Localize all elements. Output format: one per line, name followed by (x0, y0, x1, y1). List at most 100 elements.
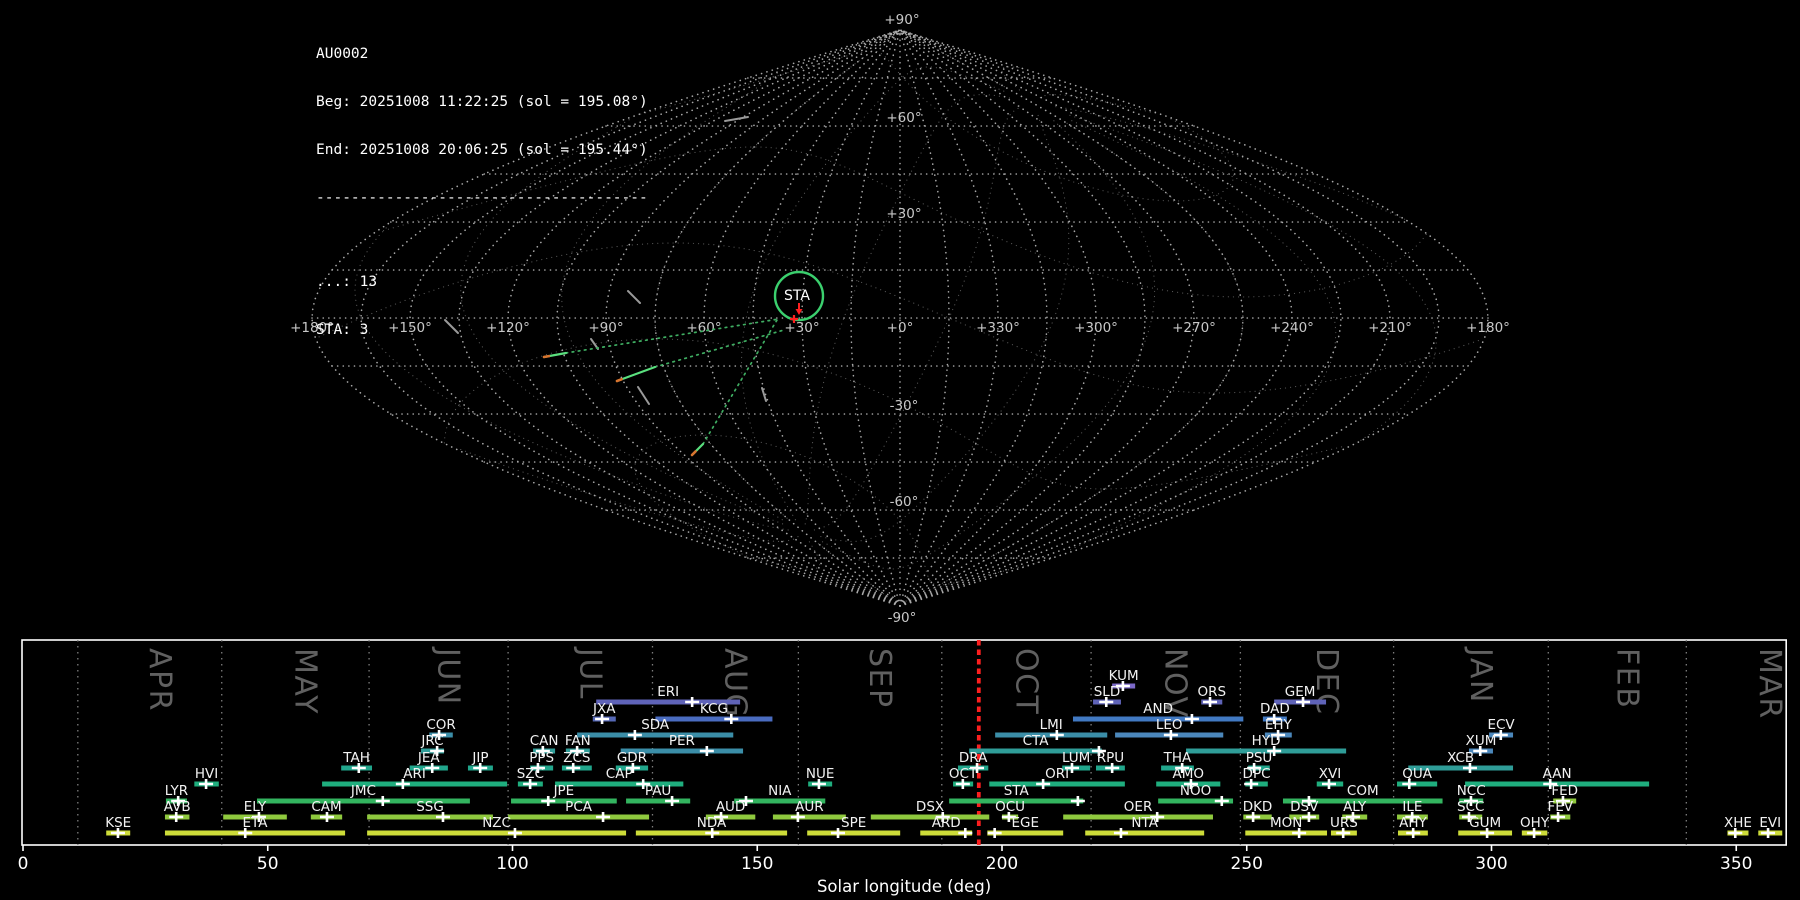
x-axis-tick-label: 100 (496, 854, 528, 874)
shower-label-ARI: ARI (403, 766, 426, 782)
shower-bar-NTA (1085, 830, 1205, 836)
shower-label-FED: FED (1551, 783, 1578, 799)
shower-label-PAU: PAU (645, 783, 671, 799)
meteor-track-begin-tip (690, 450, 697, 457)
shower-label-LMI: LMI (1040, 717, 1063, 733)
shower-label-NOO: NOO (1180, 783, 1211, 799)
peak-marker-STA (1070, 796, 1085, 806)
sporadic-meteor-trail (637, 386, 650, 405)
shower-label-ARD: ARD (932, 815, 961, 831)
shower-label-ORS: ORS (1197, 684, 1226, 700)
shower-label-COM: COM (1347, 783, 1379, 799)
shower-label-ELY: ELY (244, 799, 267, 815)
longitude-label: +270° (1172, 320, 1216, 336)
peak-marker-NOO (1214, 796, 1229, 806)
x-axis-tick-label: 150 (741, 854, 773, 874)
longitude-label: +0° (887, 320, 914, 336)
sta-count: STA: 3 (316, 322, 369, 338)
shower-bar-NZC (367, 830, 627, 836)
longitude-label: +300° (1074, 320, 1118, 336)
month-label-FEB: FEB (1609, 648, 1644, 709)
shower-label-DKD: DKD (1243, 799, 1273, 815)
month-label-MAY: MAY (287, 648, 322, 715)
shower-label-RPU: RPU (1097, 750, 1124, 766)
shower-label-QUA: QUA (1402, 766, 1433, 782)
shower-bar-SSG (367, 814, 493, 820)
activity-timeline-chart: APR MAY JUN JUL AUG SEP OCT NOV DEC JAN FEB MARKUME… (18, 639, 1787, 896)
shower-label-AAN: AAN (1543, 766, 1572, 782)
meteor-track-begin-tip (615, 377, 623, 383)
shower-label-STA: STA (1004, 783, 1030, 799)
shower-label-SCC: SCC (1457, 799, 1484, 815)
shower-label-LUM: LUM (1062, 750, 1090, 766)
shower-label-ORI: ORI (1045, 766, 1069, 782)
x-axis-tick-label: 50 (257, 854, 279, 874)
month-label-SEP: SEP (862, 648, 897, 709)
equatorial-grid-line (804, 94, 1012, 525)
shower-label-FEV: FEV (1548, 799, 1574, 815)
equatorial-grid-line (742, 118, 1337, 570)
shower-label-JXA: JXA (592, 701, 616, 717)
shower-label-ZCS: ZCS (563, 750, 590, 766)
shower-label-HYD: HYD (1252, 733, 1281, 749)
figure-canvas: +90° -90° +60° +30° -30° -60° +180° +150° +120° +… (0, 0, 1800, 900)
shower-bar-JPE (511, 798, 617, 804)
latitude-label: -60° (890, 494, 919, 510)
longitude-label: +60° (686, 320, 721, 336)
separator-line: -------------------------------------- (316, 190, 648, 206)
longitude-label: +180° (1466, 320, 1510, 336)
equatorial-grid-line (740, 66, 1006, 521)
shower-label-XHE: XHE (1724, 815, 1752, 831)
x-axis-tick-label: 0 (18, 854, 29, 874)
month-label-JUL: JUL (572, 646, 607, 700)
shower-label-AMO: AMO (1172, 766, 1204, 782)
x-axis-title: Solar longitude (deg) (817, 877, 991, 896)
x-axis-tick-label: 300 (1475, 854, 1507, 874)
shower-label-THA: THA (1163, 750, 1192, 766)
sporadic-meteor-trail (724, 116, 749, 122)
shower-label-DRA: DRA (959, 750, 988, 766)
longitude-label: +330° (976, 320, 1020, 336)
shower-label-SDA: SDA (641, 717, 670, 733)
peak-marker-SDA (627, 730, 642, 740)
shower-bar-SPE (807, 830, 901, 836)
month-label-APR: APR (142, 648, 177, 712)
peak-marker-NTA (1113, 828, 1128, 838)
peak-marker-JMC (375, 796, 390, 806)
shower-label-SSG: SSG (416, 799, 444, 815)
shower-label-PPS: PPS (529, 750, 554, 766)
month-label-DEC: DEC (1309, 648, 1344, 716)
shower-label-DSX: DSX (916, 799, 944, 815)
shower-bar-ARI (322, 781, 508, 787)
equatorial-grid-line (817, 120, 1244, 602)
shower-bar-MON (1245, 830, 1328, 836)
station-id: AU0002 (316, 46, 369, 62)
radiant-label: STA (784, 288, 810, 304)
observation-info-panel: AU0002 Beg: 20251008 11:22:25 (sol = 195… (316, 14, 648, 370)
shower-label-OER: OER (1124, 799, 1153, 815)
meteor-track-dotted (702, 319, 778, 445)
x-axis-tick-label: 200 (986, 854, 1018, 874)
plot-svg: +90°-90°+60°+30°-30°-60°+180° +150° +120° +… (18, 12, 1788, 896)
shower-label-PCA: PCA (565, 799, 593, 815)
shower-bar-SDA (577, 732, 734, 738)
shower-label-JEA: JEA (417, 750, 441, 766)
shower-label-JRC: JRC (420, 733, 443, 749)
shower-label-NTA: NTA (1131, 815, 1158, 831)
shower-label-MON: MON (1270, 815, 1302, 831)
shower-bar-PCA (508, 814, 650, 820)
shower-label-PER: PER (669, 733, 695, 749)
shower-label-SPE: SPE (841, 815, 866, 831)
shower-label-AND: AND (1143, 701, 1173, 717)
shower-label-EVI: EVI (1759, 815, 1781, 831)
peak-marker-EGE (987, 828, 1002, 838)
longitude-label: +210° (1368, 320, 1412, 336)
shower-label-GUM: GUM (1469, 815, 1501, 831)
peak-marker-PER (699, 746, 714, 756)
shower-label-JMC: JMC (350, 783, 376, 799)
equatorial-grid-line (821, 118, 1156, 570)
shower-label-DPC: DPC (1243, 766, 1271, 782)
shower-label-EGE: EGE (1011, 815, 1039, 831)
shower-bar-AUR (772, 814, 846, 820)
